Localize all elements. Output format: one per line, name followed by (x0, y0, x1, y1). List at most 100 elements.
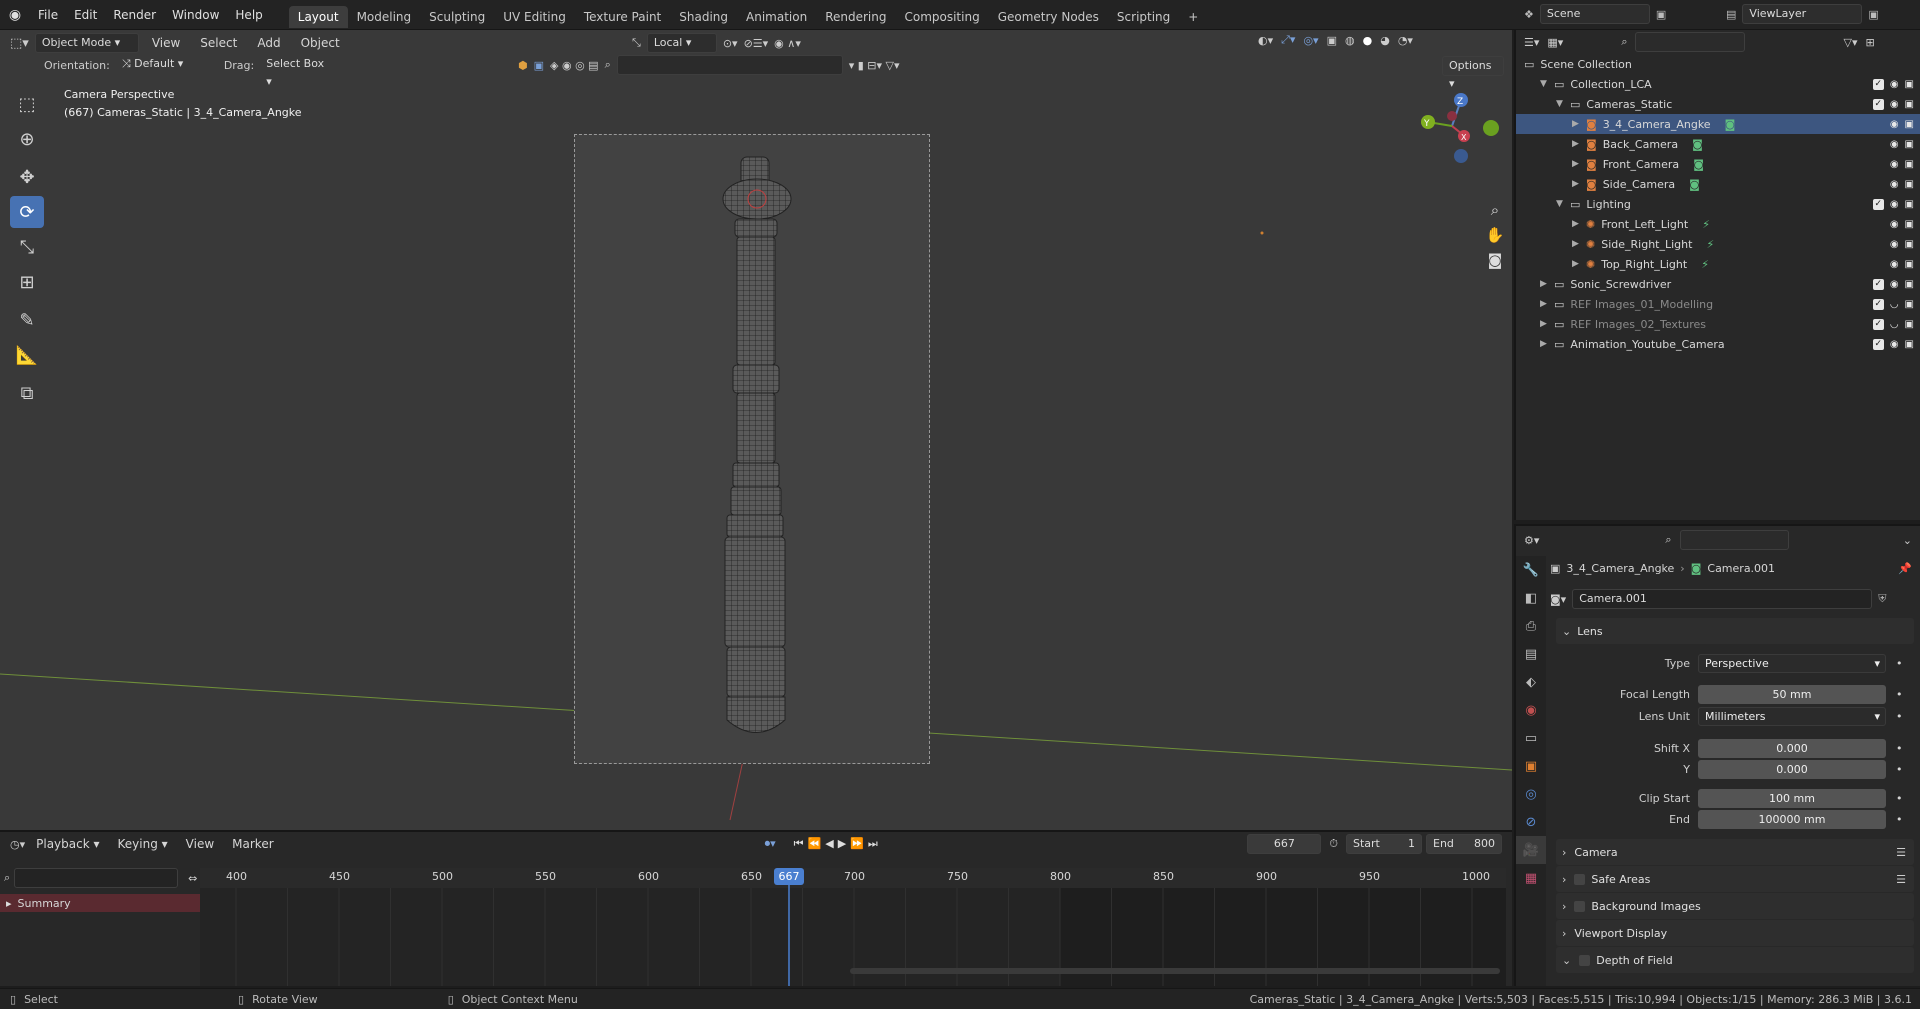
snap-icon[interactable]: ⊘☰▾ (744, 37, 769, 50)
tab-shading[interactable]: Shading (670, 6, 737, 28)
move-tool[interactable]: ✥ (10, 161, 44, 193)
outliner-row[interactable]: ▶ ✺ Side_Right_Light ⚡ ◉ ▣ (1516, 234, 1920, 254)
start-frame-field[interactable]: Start 1 (1346, 834, 1422, 854)
expand-arrow-icon[interactable]: ▶ (1572, 159, 1586, 169)
cursor-tool[interactable]: ⊕ (10, 123, 44, 155)
render-camera-icon[interactable]: ▣ (1905, 159, 1914, 170)
menu-help[interactable]: Help (227, 0, 270, 30)
outliner-row[interactable]: ▶ ▭ Sonic_Screwdriver ✓ ◉ ▣ (1516, 274, 1920, 294)
auto-key-icon[interactable]: ⏺▾ (765, 837, 776, 851)
zoom-icon[interactable]: ⌕ (1485, 198, 1505, 223)
eye-icon[interactable]: ◉ (1890, 279, 1899, 290)
measure-tool[interactable]: 📐 (10, 339, 44, 371)
type-dropdown[interactable]: Perspective ▾ (1698, 653, 1886, 673)
keyframe-dot-icon[interactable]: • (1896, 710, 1903, 723)
current-frame-field[interactable]: 667 (1247, 834, 1322, 854)
camera-presets-icon[interactable]: ☰ (1896, 846, 1906, 859)
lens-panel-header[interactable]: ⌄ Lens (1556, 618, 1914, 644)
tab-modeling[interactable]: Modeling (348, 6, 421, 28)
vp-menu-select[interactable]: Select (193, 36, 244, 50)
overlay-toggle-icon[interactable]: ◎▾ (1303, 34, 1318, 47)
shading-rendered-icon[interactable]: ◔▾ (1398, 34, 1413, 47)
navigation-gizmo[interactable]: Z X Y ⌕ ✋ ◙ (1416, 86, 1506, 286)
outliner-search-input[interactable] (1635, 32, 1746, 52)
jump-start-icon[interactable]: ⏮ (794, 837, 808, 850)
lens-unit-dropdown[interactable]: Millimeters ▾ (1698, 706, 1886, 726)
transform-tool[interactable]: ⊞ (10, 266, 44, 298)
camera-data-icon[interactable]: ◙ (1725, 118, 1736, 131)
add-cube-tool[interactable]: ⧉ (10, 377, 44, 409)
outliner-row[interactable]: ▼ ▭ Collection_LCA ✓ ◉ ▣ (1516, 74, 1920, 94)
menu-edit[interactable]: Edit (66, 0, 105, 30)
camera-view-icon[interactable]: ◙ (1485, 248, 1505, 273)
background-images-checkbox[interactable] (1574, 900, 1586, 912)
eye-icon[interactable]: ◉ (1890, 119, 1899, 130)
mode-dropdown[interactable]: Object Mode ▾ (34, 33, 139, 53)
camera-data-icon[interactable]: ◙ (1689, 178, 1700, 191)
menu-render[interactable]: Render (105, 0, 164, 30)
render-camera-icon[interactable]: ▣ (1905, 339, 1914, 350)
shading-solid-icon[interactable]: ● (1363, 34, 1373, 47)
eye-icon[interactable]: ◉ (1890, 139, 1899, 150)
eye-icon[interactable]: ◉ (1890, 219, 1899, 230)
keyframe-dot-icon[interactable]: • (1896, 742, 1903, 755)
sonic-screwdriver-mesh[interactable] (575, 135, 931, 765)
timeline-editor-icon[interactable]: ◷▾ (10, 838, 25, 851)
outliner-filter-icon[interactable]: ▽▾ (1843, 36, 1857, 49)
swap-icon[interactable]: ⇔ (188, 872, 197, 885)
outliner-row[interactable]: ▶ ✺ Top_Right_Light ⚡ ◉ ▣ (1516, 254, 1920, 274)
eye-icon[interactable]: ◉ (1890, 159, 1899, 170)
annotate-tool[interactable]: ✎ (10, 304, 44, 336)
outliner-row[interactable]: ▶ ◙ Front_Camera ◙ ◉ ▣ (1516, 154, 1920, 174)
properties-editor-icon[interactable]: ⚙▾ (1524, 534, 1539, 547)
tab-texture-paint[interactable]: Texture Paint (575, 6, 670, 28)
blender-logo-icon[interactable]: ◉ (0, 7, 30, 23)
tab-physics[interactable]: ◎ (1516, 780, 1546, 808)
keying-menu[interactable]: Keying ▾ (111, 837, 175, 851)
tab-scene[interactable]: ⬖ (1516, 668, 1546, 696)
tab-layout[interactable]: Layout (288, 5, 348, 28)
exclude-checkbox[interactable]: ✓ (1872, 198, 1884, 210)
keyframe-dot-icon[interactable]: • (1896, 688, 1903, 701)
tab-object[interactable]: ▣ (1516, 752, 1546, 780)
camera-data-icon[interactable]: ◙ (1692, 138, 1703, 151)
visibility-icon[interactable]: ◐▾ (1258, 34, 1273, 47)
filter-dropdown-icon[interactable]: ▾ ▮ ⊟▾ ▽▾ (849, 59, 900, 72)
light-data-icon[interactable]: ⚡ (1701, 258, 1709, 271)
3d-viewport[interactable]: ⬚▾ Object Mode ▾ View Select Add Object … (0, 30, 1512, 830)
depth-of-field-checkbox[interactable] (1579, 954, 1591, 966)
menu-file[interactable]: File (30, 0, 66, 30)
use-preview-range-icon[interactable]: ⏱ (1329, 837, 1338, 851)
collapse-arrow-icon[interactable]: ▼ (1540, 79, 1554, 89)
editor-type-icon[interactable]: ⬚▾ (10, 36, 29, 51)
keyframe-dot-icon[interactable]: • (1896, 763, 1903, 776)
tab-compositing[interactable]: Compositing (895, 6, 988, 28)
vp-menu-view[interactable]: View (145, 36, 187, 50)
shading-wireframe-icon[interactable]: ◍ (1345, 34, 1355, 47)
tab-geometry-nodes[interactable]: Geometry Nodes (989, 6, 1108, 28)
pan-hand-icon[interactable]: ✋ (1485, 223, 1505, 248)
collapse-arrow-icon[interactable]: ▼ (1556, 199, 1570, 209)
shading-material-icon[interactable]: ◕ (1380, 34, 1390, 47)
background-images-panel-header[interactable]: › Background Images (1556, 893, 1914, 919)
expand-arrow-icon[interactable]: ▶ (1572, 239, 1586, 249)
exclude-checkbox[interactable]: ✓ (1872, 338, 1884, 350)
rotate-tool[interactable]: ⟳ (10, 196, 44, 228)
safe-areas-checkbox[interactable] (1574, 873, 1586, 885)
scale-tool[interactable]: ⤡ (10, 231, 44, 263)
expand-arrow-icon[interactable]: ▶ (1572, 179, 1586, 189)
tab-sculpting[interactable]: Sculpting (420, 6, 494, 28)
exclude-checkbox[interactable]: ✓ (1872, 318, 1884, 330)
playback-menu[interactable]: Playback ▾ (29, 837, 106, 851)
clip-start-field[interactable]: 100 mm (1698, 788, 1886, 808)
menu-window[interactable]: Window (164, 0, 227, 30)
select-mode-icon[interactable]: ▣ (534, 59, 544, 72)
outliner-row[interactable]: ▶ ▭ REF Images_02_Textures ✓ ◡ ▣ (1516, 314, 1920, 334)
eye-icon[interactable]: ◉ (1890, 339, 1899, 350)
eye-icon[interactable]: ◉ (1890, 79, 1899, 90)
focal-length-field[interactable]: 50 mm (1698, 684, 1886, 704)
tab-output[interactable]: ⎙ (1516, 612, 1546, 640)
tab-tool[interactable]: 🔧 (1516, 556, 1546, 584)
tab-view-layer[interactable]: ▤ (1516, 640, 1546, 668)
render-camera-icon[interactable]: ▣ (1905, 199, 1914, 210)
